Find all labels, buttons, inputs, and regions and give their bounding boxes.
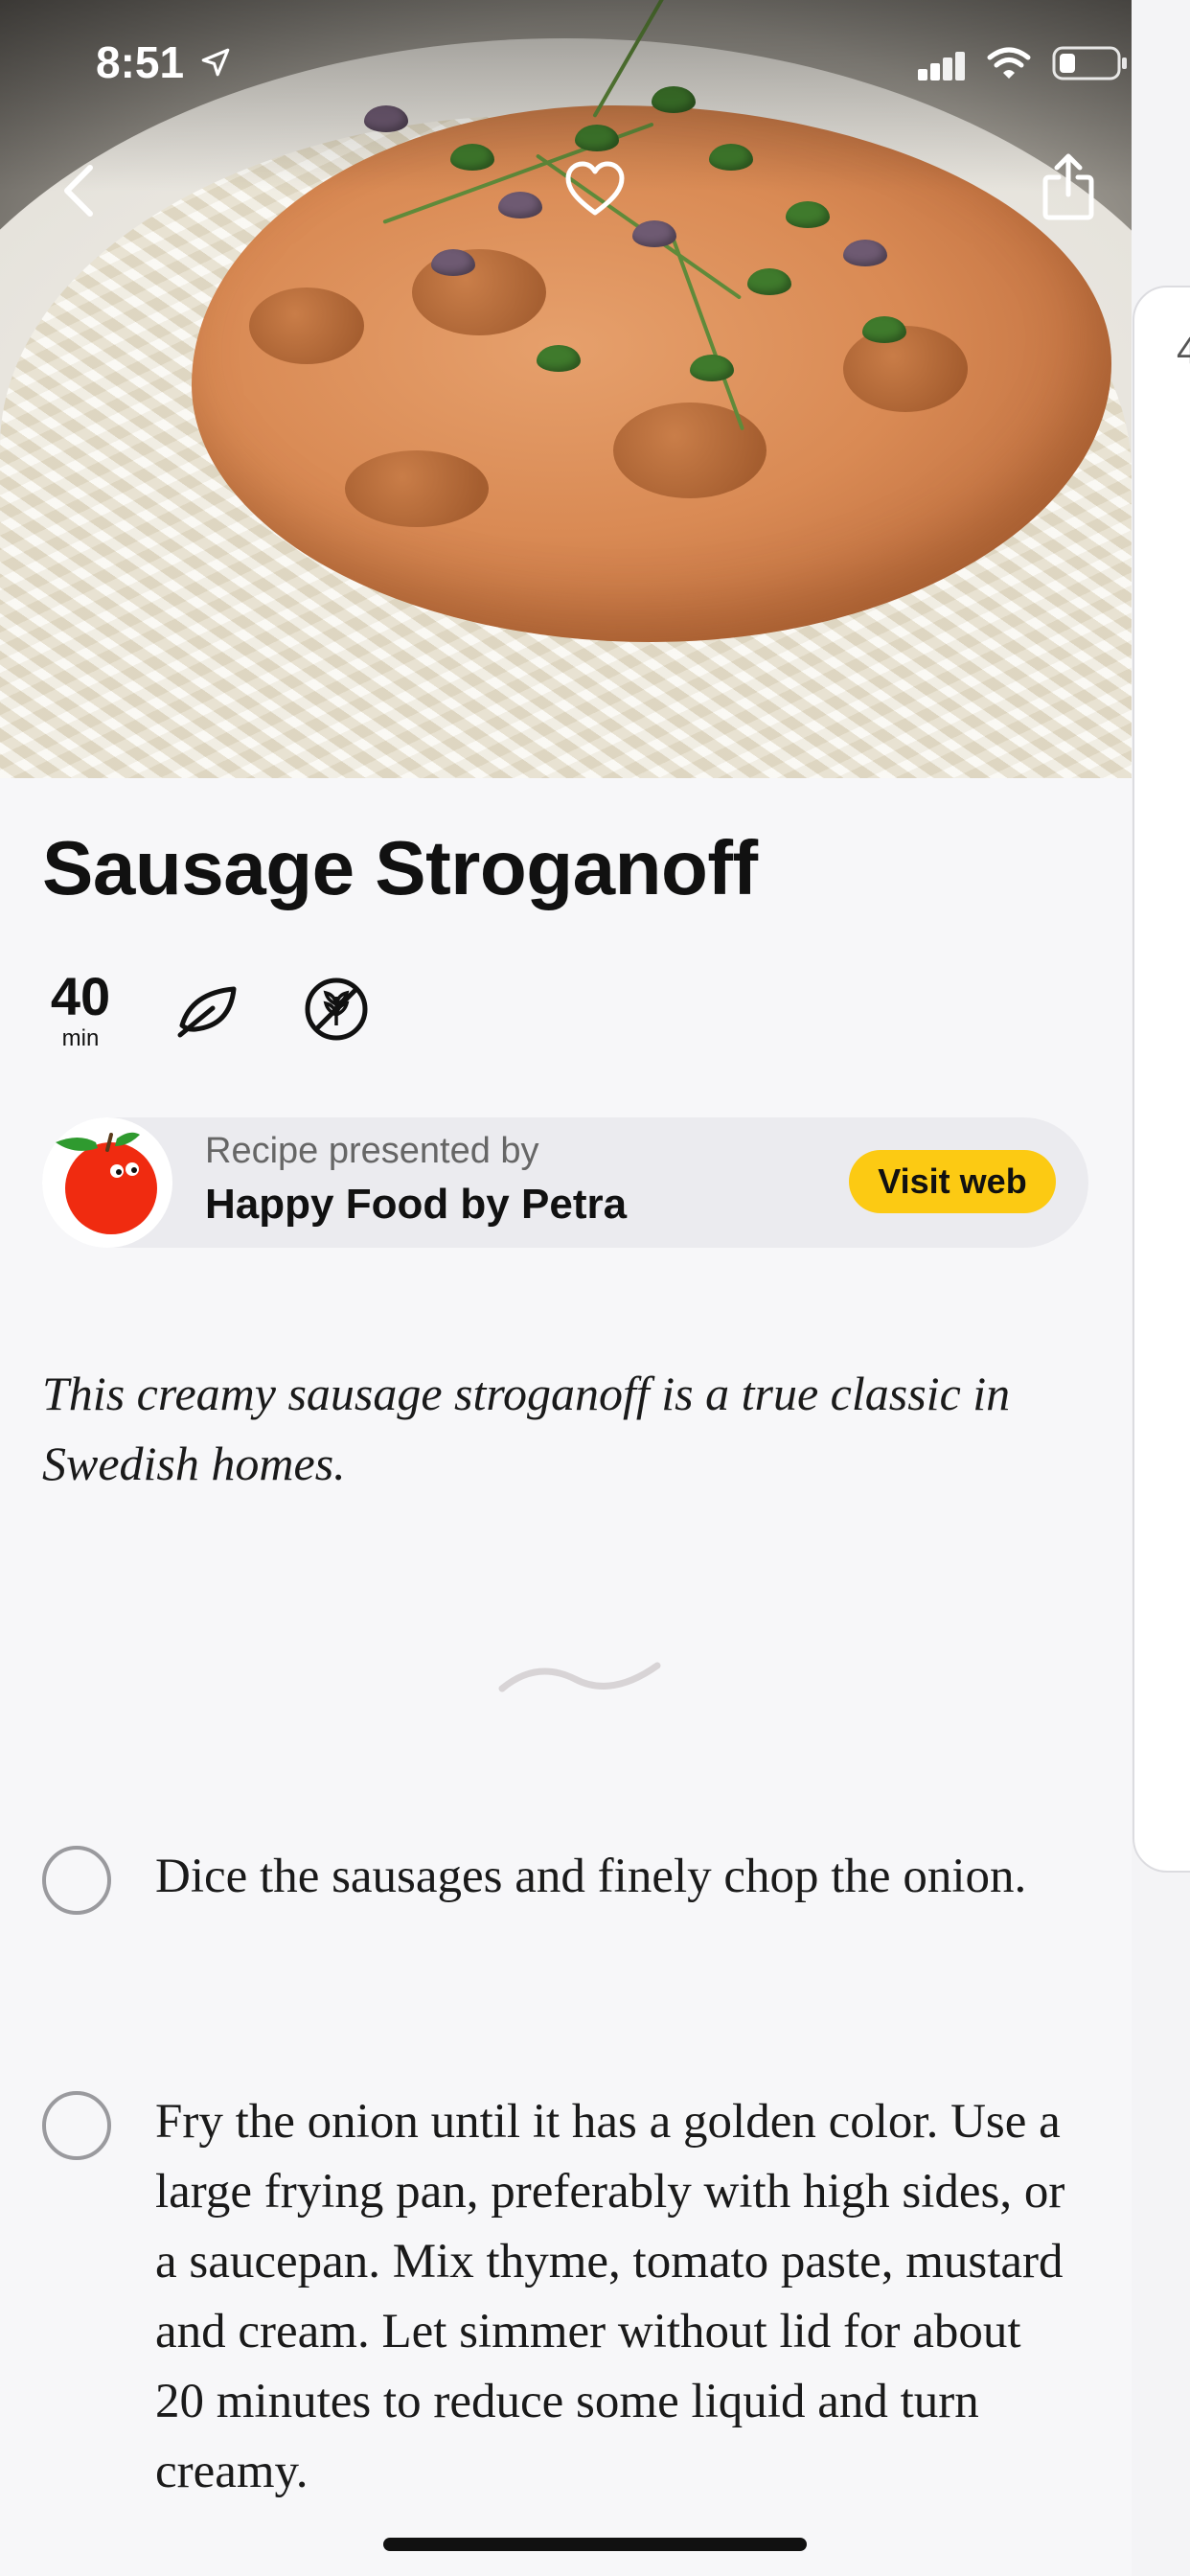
sausage-chunk: [249, 288, 364, 364]
herb-leaf: [862, 316, 906, 343]
recipe-intro: This creamy sausage stroganoff is a true…: [42, 1367, 1011, 1490]
home-indicator[interactable]: [383, 2538, 807, 2551]
status-time: 8:51: [96, 37, 185, 87]
battery-icon: [1052, 46, 1127, 80]
cellular-signal-icon: [918, 52, 965, 80]
sausage-chunk: [613, 402, 767, 498]
step-text: Dice the sausages and finely chop the on…: [155, 1850, 1027, 1903]
location-arrow-icon: [201, 48, 230, 77]
step-checkbox[interactable]: [42, 2091, 111, 2160]
presenter-banner: Recipe presented by Happy Food by Petra …: [42, 1117, 1088, 1248]
sausage-chunk: [843, 326, 968, 412]
presenter-name: Happy Food by Petra: [205, 1181, 628, 1228]
step-text: Fry the onion until it has a golden colo…: [155, 2095, 1065, 2498]
decorative-swirl-icon: [498, 1662, 661, 1692]
herb-leaf: [632, 220, 676, 247]
herb-leaf: [431, 249, 475, 276]
cooking-time-value: 40: [50, 966, 111, 1026]
back-button[interactable]: [36, 148, 123, 234]
visit-web-button[interactable]: Visit web: [849, 1150, 1056, 1213]
step-checkbox[interactable]: [42, 1846, 111, 1915]
herb-leaf: [747, 268, 791, 295]
herb-leaf: [690, 355, 734, 381]
herb-leaf: [498, 192, 542, 218]
recipe-card: Sausage Stroganoff 40 min Recipe present…: [0, 778, 1132, 2576]
leaf-icon: [177, 986, 237, 1038]
share-icon: [1042, 153, 1094, 220]
cooking-time: 40 min: [42, 970, 119, 1052]
herb-leaf: [537, 345, 581, 372]
share-button[interactable]: [1025, 144, 1111, 230]
presenter-label: Recipe presented by: [205, 1131, 539, 1171]
no-gluten-icon: [305, 978, 368, 1041]
favorite-button[interactable]: [552, 146, 638, 232]
herb-leaf: [843, 240, 887, 266]
wifi-icon: [987, 47, 1031, 79]
herb-leaf: [786, 201, 830, 228]
recipe-title: Sausage Stroganoff: [42, 825, 758, 910]
sausage-chunk: [345, 450, 489, 527]
heart-icon: [565, 161, 625, 216]
presenter-avatar: [42, 1117, 172, 1248]
chevron-left-icon: [64, 165, 93, 217]
status-bar: 8:51: [0, 0, 1190, 125]
tomato-logo-icon: [56, 1132, 157, 1234]
next-recipe-card[interactable]: 4: [1133, 286, 1190, 1873]
cooking-time-unit: min: [61, 1025, 100, 1051]
next-card-text: 4: [1177, 330, 1190, 372]
